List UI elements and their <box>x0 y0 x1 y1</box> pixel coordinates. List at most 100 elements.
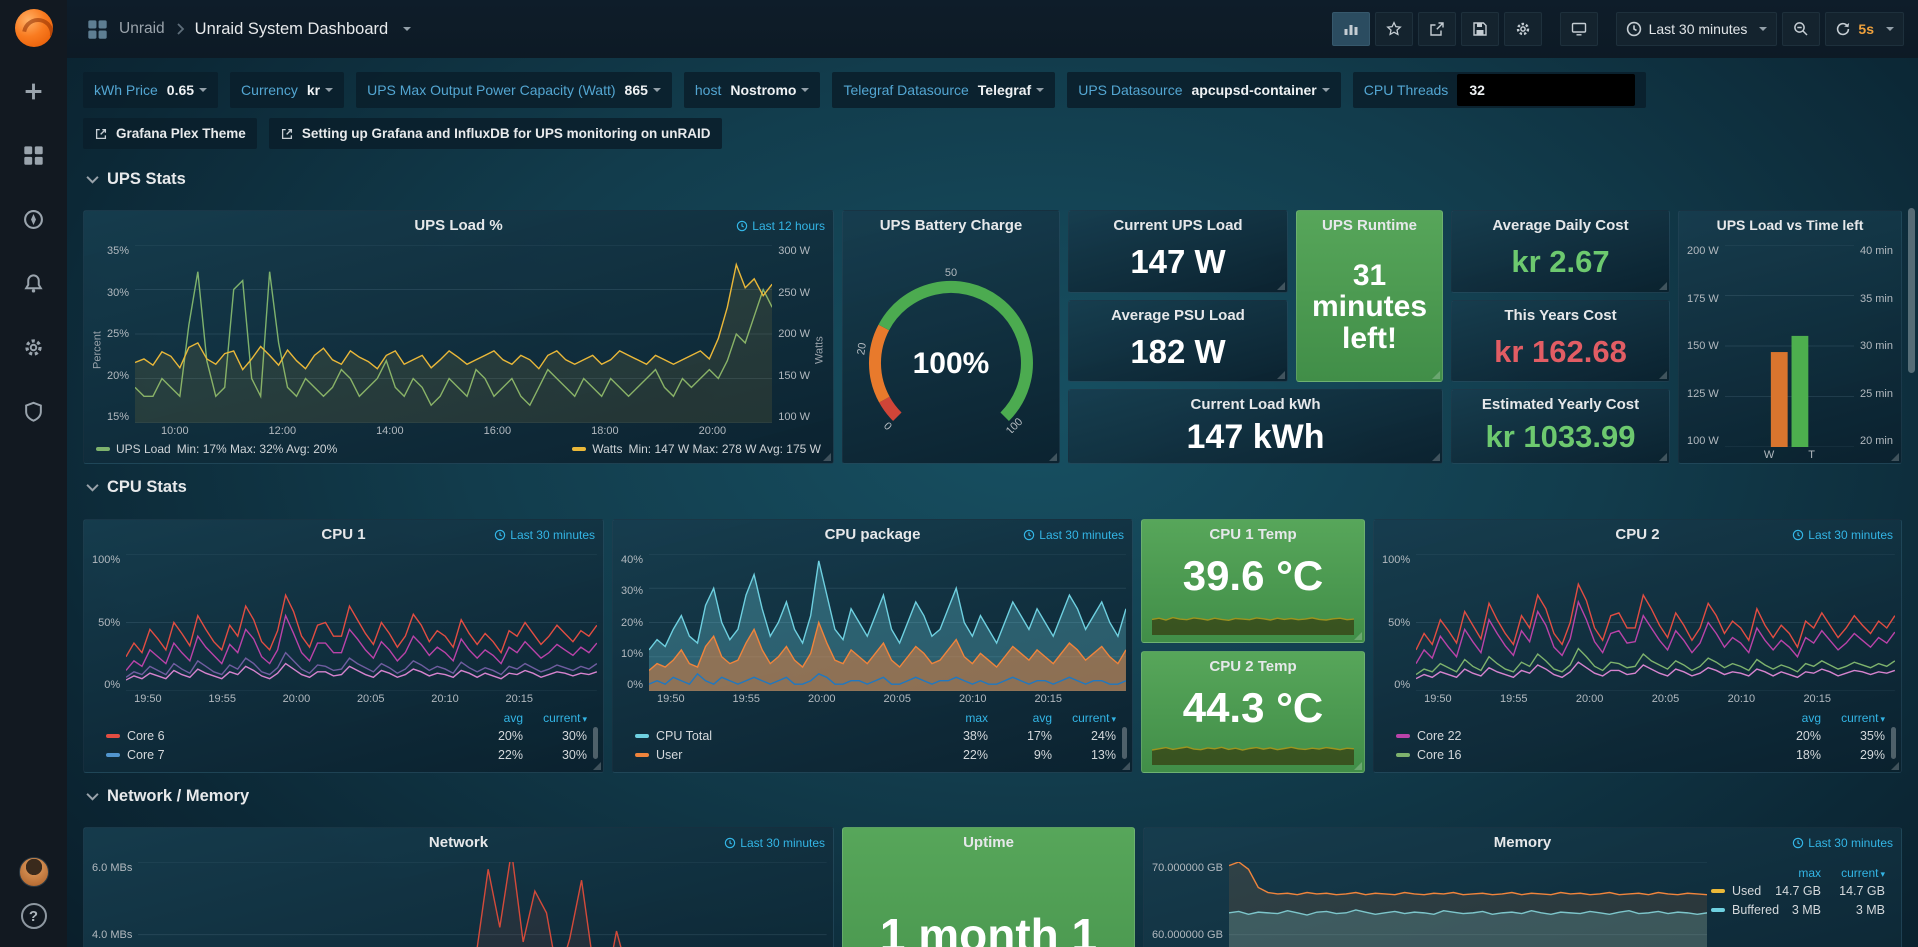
user-avatar[interactable] <box>19 857 49 887</box>
panel-title[interactable]: CPU package <box>825 526 921 543</box>
panel-title[interactable]: CPU 1 Temp <box>1209 526 1296 543</box>
legend-row[interactable]: Core 1618%29% <box>1396 745 1885 764</box>
panel-ups-battery-charge[interactable]: UPS Battery Charge 02050100100% <box>842 210 1060 464</box>
network-chart[interactable] <box>138 862 827 947</box>
legend-sort-max[interactable]: max <box>1757 866 1821 880</box>
section-cpu-stats[interactable]: CPU Stats <box>86 478 187 497</box>
legend-scrollbar[interactable] <box>593 727 598 759</box>
panel-title[interactable]: Uptime <box>963 834 1014 851</box>
variable-telegraf-datasource[interactable]: Telegraf DatasourceTelegraf <box>832 72 1055 108</box>
variable-value[interactable]: Nostromo <box>730 82 809 98</box>
panel-title[interactable]: UPS Load % <box>414 217 502 234</box>
panel-estimated-yearly-cost[interactable]: Estimated Yearly Cost kr 1033.99 <box>1451 389 1670 464</box>
panel-memory[interactable]: Memory Last 30 minutes 70.000000 GB60.00… <box>1143 827 1902 947</box>
panel-cpu1-temp[interactable]: CPU 1 Temp 39.6 °C <box>1141 519 1365 643</box>
panel-average-daily-cost[interactable]: Average Daily Cost kr 2.67 <box>1451 210 1670 293</box>
explore-compass-icon[interactable] <box>14 199 54 239</box>
panel-title[interactable]: Average PSU Load <box>1111 307 1245 324</box>
panel-title[interactable]: Average Daily Cost <box>1492 217 1628 234</box>
panel-title[interactable]: CPU 2 Temp <box>1209 658 1296 675</box>
star-dashboard-button[interactable] <box>1375 12 1413 46</box>
variable-value[interactable]: apcupsd-container <box>1192 82 1330 98</box>
legend-sort-avg[interactable]: avg <box>1757 711 1821 725</box>
dashboards-icon[interactable] <box>14 135 54 175</box>
legend-sort-max[interactable]: max <box>924 711 988 725</box>
variable-ups-max-output-power-capacity-watt-[interactable]: UPS Max Output Power Capacity (Watt)865 <box>356 72 672 108</box>
legend-item[interactable]: UPS LoadMin: 17% Max: 32% Avg: 20% <box>96 442 337 456</box>
dashboard-link[interactable]: Setting up Grafana and InfluxDB for UPS … <box>269 118 722 149</box>
panel-cpu2[interactable]: CPU 2 Last 30 minutes 100%50%0% 19:5019:… <box>1373 519 1902 773</box>
panel-title[interactable]: This Years Cost <box>1504 307 1616 324</box>
panel-title[interactable]: Current UPS Load <box>1113 217 1242 234</box>
panel-ups-runtime[interactable]: UPS Runtime 31 minutes left! <box>1296 210 1443 382</box>
legend-sort-avg[interactable]: avg <box>988 711 1052 725</box>
panel-title[interactable]: Memory <box>1494 834 1552 851</box>
cpu-package-chart[interactable] <box>649 554 1126 691</box>
legend-row[interactable]: Core 722%30% <box>106 745 587 764</box>
refresh-picker[interactable]: 5s <box>1825 12 1904 46</box>
chevron-down-icon[interactable] <box>403 27 411 35</box>
section-ups-stats[interactable]: UPS Stats <box>86 170 186 189</box>
panel-this-years-cost[interactable]: This Years Cost kr 162.68 <box>1451 300 1670 382</box>
variable-value[interactable]: Telegraf <box>978 82 1044 98</box>
variable-input[interactable]: 32 <box>1457 74 1635 106</box>
legend-sort-current[interactable]: current <box>1821 711 1885 725</box>
security-shield-icon[interactable] <box>14 391 54 431</box>
zoom-out-button[interactable] <box>1782 12 1820 46</box>
panel-cpu2-temp[interactable]: CPU 2 Temp 44.3 °C <box>1141 651 1365 773</box>
cycle-view-monitor-button[interactable] <box>1560 12 1598 46</box>
panel-network[interactable]: Network Last 30 minutes 6.0 MBs4.0 MBs2.… <box>83 827 834 947</box>
variable-currency[interactable]: Currencykr <box>230 72 344 108</box>
panel-current-ups-load[interactable]: Current UPS Load 147 W <box>1068 210 1288 293</box>
panel-title[interactable]: UPS Load vs Time left <box>1717 217 1864 233</box>
legend-row[interactable]: Buffered3 MB3 MB <box>1711 900 1885 919</box>
legend-row[interactable]: User22%9%13% <box>635 745 1116 764</box>
legend-item[interactable]: WattsMin: 147 W Max: 278 W Avg: 175 W <box>572 442 821 456</box>
legend-row[interactable]: Used14.7 GB14.7 GB <box>1711 881 1885 900</box>
panel-title[interactable]: CPU 2 <box>1615 526 1659 543</box>
variable-host[interactable]: hostNostromo <box>684 72 821 108</box>
variable-value[interactable]: 865 <box>625 82 661 98</box>
bar-chart[interactable] <box>1725 245 1854 447</box>
variable-value[interactable]: kr <box>307 82 333 98</box>
refresh-interval-label[interactable]: 5s <box>1858 21 1874 37</box>
help-icon[interactable]: ? <box>21 903 47 929</box>
legend-sort-current[interactable]: current <box>1052 711 1116 725</box>
panel-title[interactable]: UPS Battery Charge <box>880 217 1023 234</box>
cpu2-chart[interactable] <box>1416 554 1895 691</box>
memory-chart[interactable] <box>1229 862 1707 947</box>
panel-uptime[interactable]: Uptime 1 month 1 <box>842 827 1135 947</box>
dashboard-settings-button[interactable] <box>1504 12 1542 46</box>
panel-title[interactable]: Network <box>429 834 488 851</box>
legend-scrollbar[interactable] <box>1891 727 1896 759</box>
legend-scrollbar[interactable] <box>1122 727 1127 759</box>
panel-cpu-package[interactable]: CPU package Last 30 minutes 40%30%20%10%… <box>612 519 1133 773</box>
panel-cpu1[interactable]: CPU 1 Last 30 minutes 100%50%0% 19:5019:… <box>83 519 604 773</box>
legend-row[interactable]: CPU Total38%17%24% <box>635 726 1116 745</box>
panel-current-load-kwh[interactable]: Current Load kWh 147 kWh <box>1068 389 1443 464</box>
cpu1-chart[interactable] <box>126 554 597 691</box>
panel-title[interactable]: Estimated Yearly Cost <box>1482 396 1639 413</box>
legend-row[interactable]: Core 2220%35% <box>1396 726 1885 745</box>
variable-value[interactable]: 0.65 <box>167 82 207 98</box>
legend-sort-avg[interactable]: avg <box>459 711 523 725</box>
variable-cpu-threads[interactable]: CPU Threads32 <box>1353 72 1647 108</box>
panel-ups-load-percent[interactable]: UPS Load % Last 12 hours Percent 35%30%2… <box>83 210 834 464</box>
add-panel-button[interactable] <box>1332 12 1370 46</box>
apps-grid-icon[interactable] <box>85 17 109 41</box>
legend-sort-current[interactable]: current <box>1821 866 1885 880</box>
variable-kwh-price[interactable]: kWh Price0.65 <box>83 72 218 108</box>
breadcrumb-app[interactable]: Unraid <box>119 20 165 38</box>
page-scrollbar[interactable] <box>1908 208 1915 373</box>
share-dashboard-button[interactable] <box>1418 12 1456 46</box>
configuration-gear-icon[interactable] <box>14 327 54 367</box>
legend-row[interactable]: Core 620%30% <box>106 726 587 745</box>
dashboard-title[interactable]: Unraid System Dashboard <box>195 20 389 39</box>
legend-sort-current[interactable]: current <box>523 711 587 725</box>
add-icon[interactable] <box>14 71 54 111</box>
ups-load-chart[interactable] <box>135 245 772 423</box>
save-dashboard-button[interactable] <box>1461 12 1499 46</box>
alerting-bell-icon[interactable] <box>14 263 54 303</box>
time-range-picker[interactable]: Last 30 minutes <box>1616 12 1778 46</box>
panel-title[interactable]: CPU 1 <box>321 526 365 543</box>
